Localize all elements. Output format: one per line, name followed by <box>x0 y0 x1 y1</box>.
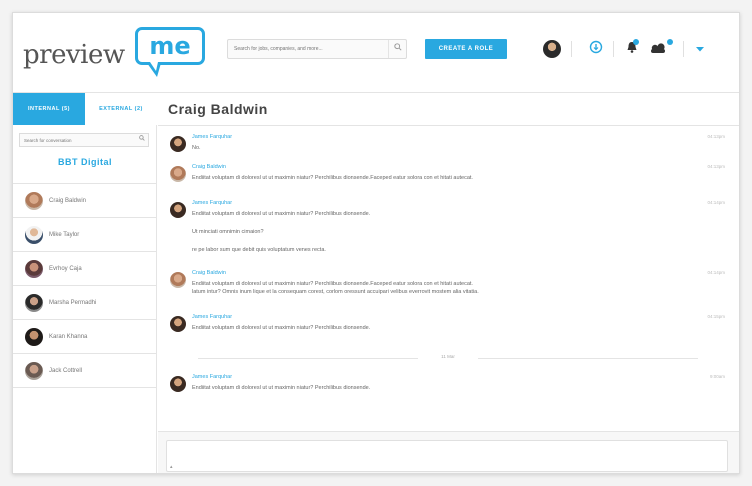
contact-item[interactable]: Craig Baldwin <box>13 184 157 218</box>
attach-icon[interactable]: ▴ <box>170 464 173 470</box>
avatar <box>25 362 43 380</box>
avatar <box>170 376 186 392</box>
contact-list: Craig Baldwin Mike Taylor Evrhoy Caja Ma… <box>13 183 157 388</box>
composer-area: ▴ <box>158 431 739 473</box>
message-time: 04:13pm <box>707 134 725 139</box>
search-icon[interactable] <box>136 134 148 146</box>
contact-name: Mike Taylor <box>49 232 80 238</box>
divider <box>478 358 698 359</box>
message-text: re pe labor sum que debit quis voluptatu… <box>192 247 326 253</box>
avatar <box>170 166 186 182</box>
contact-name: Marsha Permadhi <box>49 300 97 306</box>
app-window: preview me CREATE A ROLE <box>12 12 740 474</box>
contact-name: Evrhoy Caja <box>49 266 82 272</box>
avatar <box>170 272 186 288</box>
date-separator-label: 11 Mar <box>441 354 455 359</box>
logo-me-text: me <box>149 32 191 60</box>
avatar <box>25 226 43 244</box>
message-sender[interactable]: James Farquhar <box>192 374 232 380</box>
avatar <box>170 202 186 218</box>
top-header: preview me CREATE A ROLE <box>13 13 739 93</box>
avatar <box>25 192 43 210</box>
message-sender[interactable]: James Farquhar <box>192 200 232 206</box>
tab-internal[interactable]: INTERNAL (5) <box>13 93 85 125</box>
contact-item[interactable]: Jack Cottrell <box>13 354 157 388</box>
header-divider <box>571 41 572 57</box>
conversation-search <box>19 133 149 147</box>
avatar <box>170 316 186 332</box>
message-sender[interactable]: Craig Baldwin <box>192 164 226 170</box>
message-text: Endiitat voluptam di doloresl ut ut maxi… <box>192 385 371 391</box>
messages-badge <box>667 39 673 45</box>
message-text: Endiitat voluptam di doloresl ut ut maxi… <box>192 211 371 217</box>
message-sender[interactable]: James Farquhar <box>192 134 232 140</box>
message-text: Endiitat voluptam di doloresl ut ut maxi… <box>192 325 371 331</box>
contact-item[interactable]: Marsha Permadhi <box>13 286 157 320</box>
message-time: 04:13pm <box>707 164 725 169</box>
header-divider <box>613 41 614 57</box>
contact-name: Jack Cottrell <box>49 368 83 374</box>
contact-item[interactable]: Karan Khanna <box>13 320 157 354</box>
company-name: BBT Digital <box>58 157 112 167</box>
message-text: Endiitat voluptam di doloresl ut ut maxi… <box>192 281 473 287</box>
download-icon[interactable] <box>587 40 605 58</box>
message-sender[interactable]: Craig Baldwin <box>192 270 226 276</box>
sidebar-tabs: INTERNAL (5) EXTERNAL (2) <box>13 93 157 125</box>
contact-name: Craig Baldwin <box>49 198 87 204</box>
message-text: latum intur? Omnis inum lique et la cons… <box>192 289 479 295</box>
conversation-panel: Craig Baldwin James Farquhar 04:13pm No.… <box>158 93 739 473</box>
message-text: No. <box>192 145 201 151</box>
user-avatar[interactable] <box>543 40 561 58</box>
tab-external[interactable]: EXTERNAL (2) <box>85 93 157 125</box>
date-separator: 11 Mar <box>158 354 739 362</box>
avatar <box>25 260 43 278</box>
contact-item[interactable]: Evrhoy Caja <box>13 252 157 286</box>
header-divider <box>683 41 684 57</box>
avatar <box>25 294 43 312</box>
logo-speech-bubble: me <box>135 27 205 65</box>
search-icon[interactable] <box>388 40 406 58</box>
global-search <box>227 39 407 59</box>
logo-wordmark: preview <box>23 40 125 70</box>
message-time: 9:00am <box>709 374 725 379</box>
conversation-search-input[interactable] <box>20 134 136 146</box>
contact-item[interactable]: Mike Taylor <box>13 218 157 252</box>
preview-me-logo[interactable]: preview me <box>23 23 205 83</box>
conversation-sidebar: INTERNAL (5) EXTERNAL (2) BBT Digital Cr… <box>13 93 157 473</box>
avatar <box>25 328 43 346</box>
global-search-input[interactable] <box>228 40 388 58</box>
message-text: Endiitat voluptam di doloresl ut ut maxi… <box>192 175 473 181</box>
message-text: Ut minciati omnimin cimaion? <box>192 229 264 235</box>
message-list: James Farquhar 04:13pm No. Craig Baldwin… <box>158 126 739 426</box>
divider <box>198 358 418 359</box>
create-role-button[interactable]: CREATE A ROLE <box>425 39 507 59</box>
contact-name: Karan Khanna <box>49 334 88 340</box>
message-time: 04:14pm <box>707 270 725 275</box>
message-time: 04:14pm <box>707 200 725 205</box>
chevron-down-icon[interactable] <box>691 40 709 58</box>
message-sender[interactable]: James Farquhar <box>192 314 232 320</box>
conversation-title: Craig Baldwin <box>168 101 268 117</box>
message-composer[interactable]: ▴ <box>166 440 728 472</box>
avatar <box>170 136 186 152</box>
notification-badge <box>633 39 639 45</box>
message-time: 04:15pm <box>707 314 725 319</box>
logo-bubble-tail-inner <box>150 62 158 71</box>
